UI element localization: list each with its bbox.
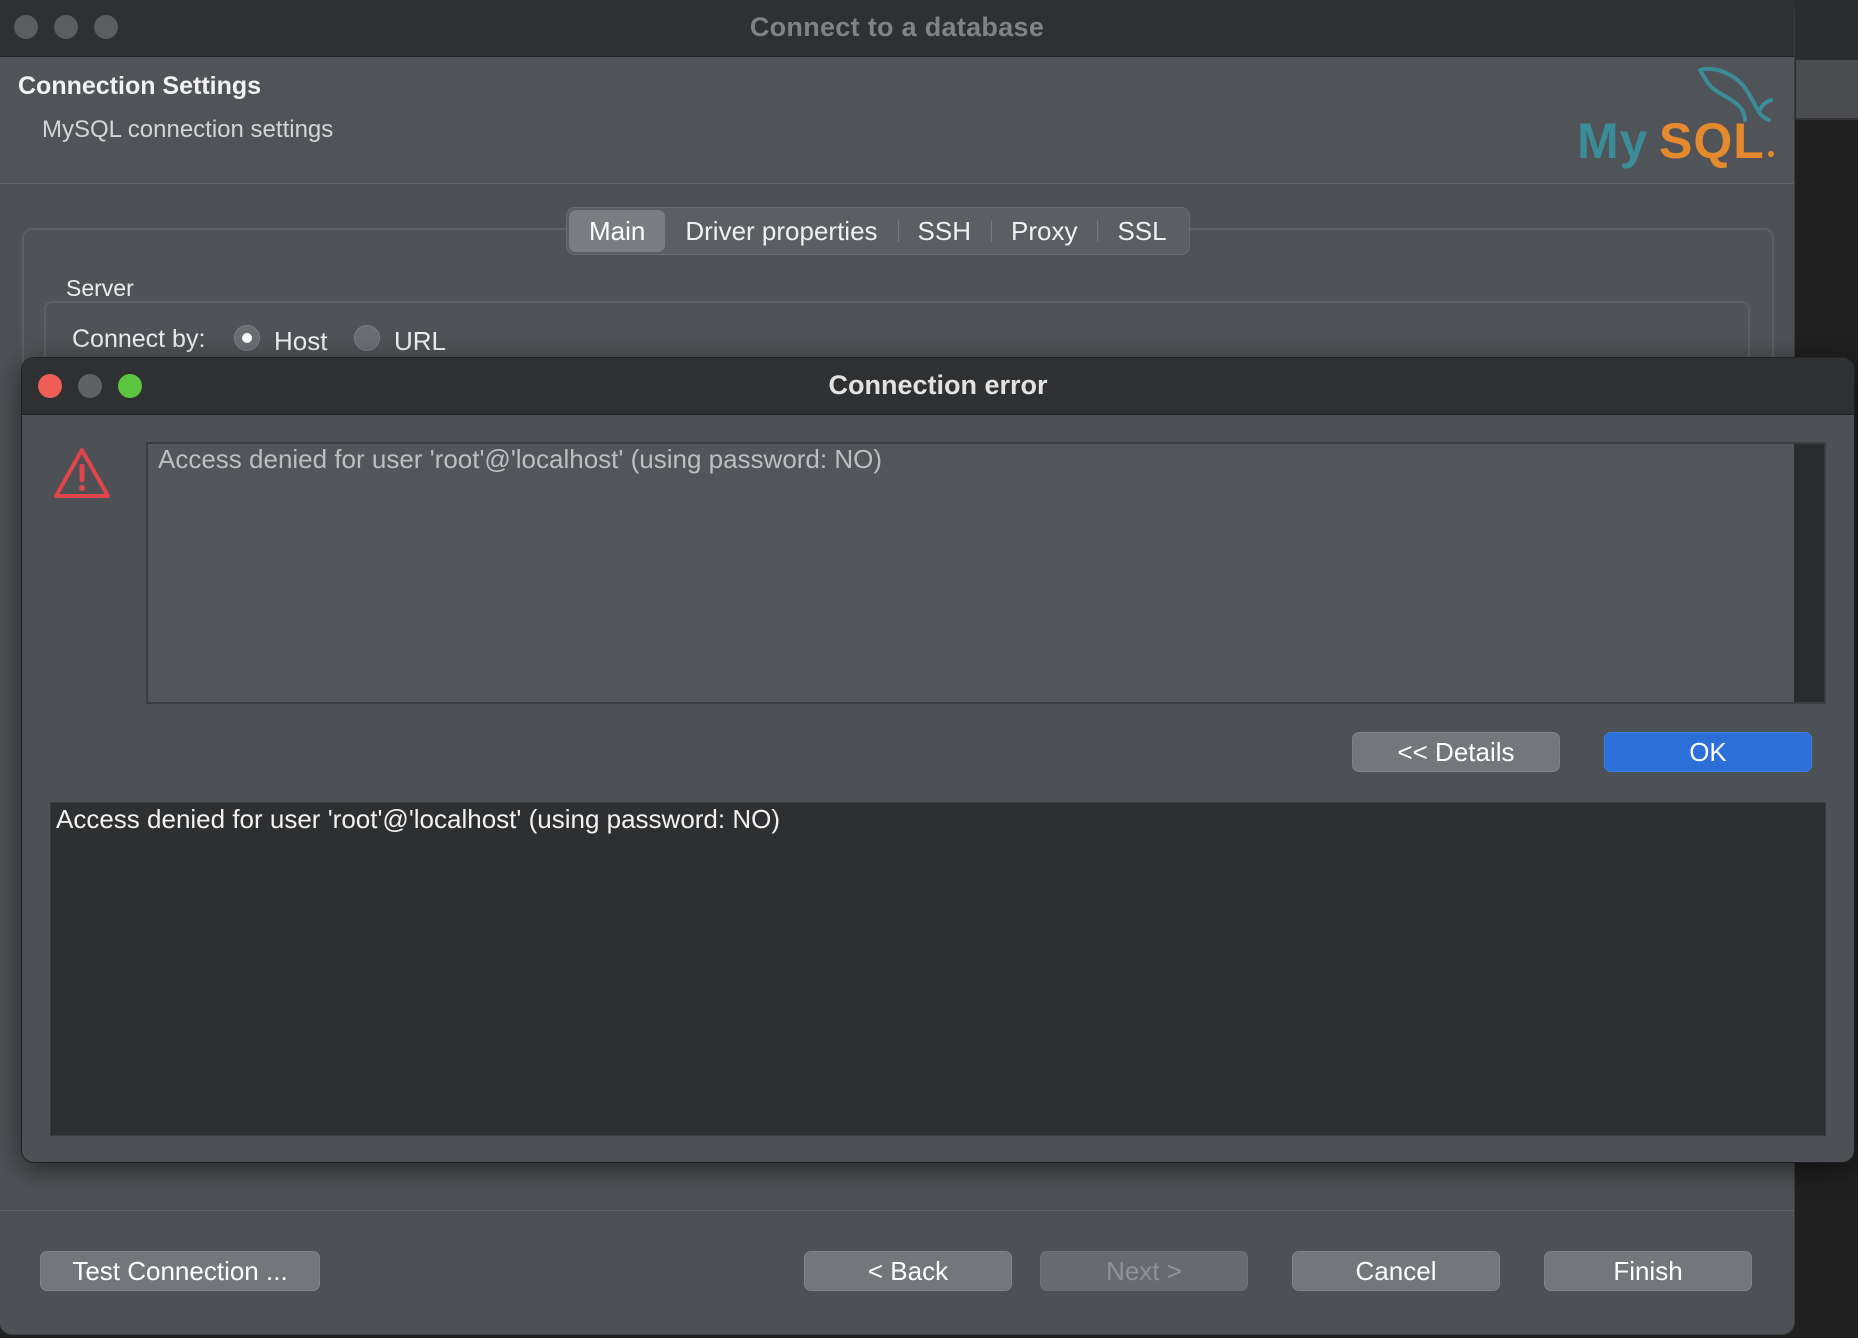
- tab-driver-properties[interactable]: Driver properties: [665, 210, 897, 252]
- url-radio[interactable]: [354, 325, 380, 351]
- details-button[interactable]: << Details: [1352, 732, 1560, 772]
- tab-main[interactable]: Main: [569, 210, 666, 252]
- next-button[interactable]: Next >: [1040, 1251, 1248, 1291]
- background-app-panel: [1796, 60, 1858, 120]
- connect-by-label: Connect by:: [72, 325, 206, 353]
- section-subtitle: MySQL connection settings: [42, 116, 334, 143]
- svg-text:SQL: SQL: [1659, 113, 1765, 169]
- tab-proxy[interactable]: Proxy: [991, 210, 1097, 252]
- finish-button[interactable]: Finish: [1544, 1251, 1752, 1291]
- cancel-button[interactable]: Cancel: [1292, 1251, 1500, 1291]
- server-group-label: Server: [66, 275, 134, 301]
- host-radio[interactable]: [234, 325, 260, 351]
- host-radio-label[interactable]: Host: [274, 326, 327, 357]
- tab-ssh[interactable]: SSH: [897, 210, 991, 252]
- window-title: Connect to a database: [749, 12, 1045, 42]
- svg-text:My: My: [1577, 113, 1648, 169]
- error-message-text: Access denied for user 'root'@'localhost…: [158, 444, 883, 474]
- ok-button[interactable]: OK: [1604, 732, 1812, 772]
- tab-ssl[interactable]: SSL: [1097, 210, 1186, 252]
- warning-triangle-icon: [54, 448, 110, 498]
- url-radio-label[interactable]: URL: [394, 326, 446, 357]
- error-details-text: Access denied for user 'root'@'localhost…: [56, 804, 781, 834]
- message-scrollbar[interactable]: [1794, 444, 1824, 702]
- section-title: Connection Settings: [18, 72, 262, 100]
- error-details-box: [50, 802, 1826, 1136]
- settings-tab-bar: Main Driver properties SSH Proxy SSL: [566, 207, 1190, 255]
- back-button[interactable]: < Back: [804, 1251, 1012, 1291]
- error-message-box: [146, 442, 1826, 704]
- test-connection-button[interactable]: Test Connection ...: [40, 1251, 320, 1291]
- footer-divider: [0, 1210, 1794, 1211]
- dialog-title: Connection error: [828, 370, 1048, 400]
- mysql-logo: My SQL: [1577, 67, 1774, 169]
